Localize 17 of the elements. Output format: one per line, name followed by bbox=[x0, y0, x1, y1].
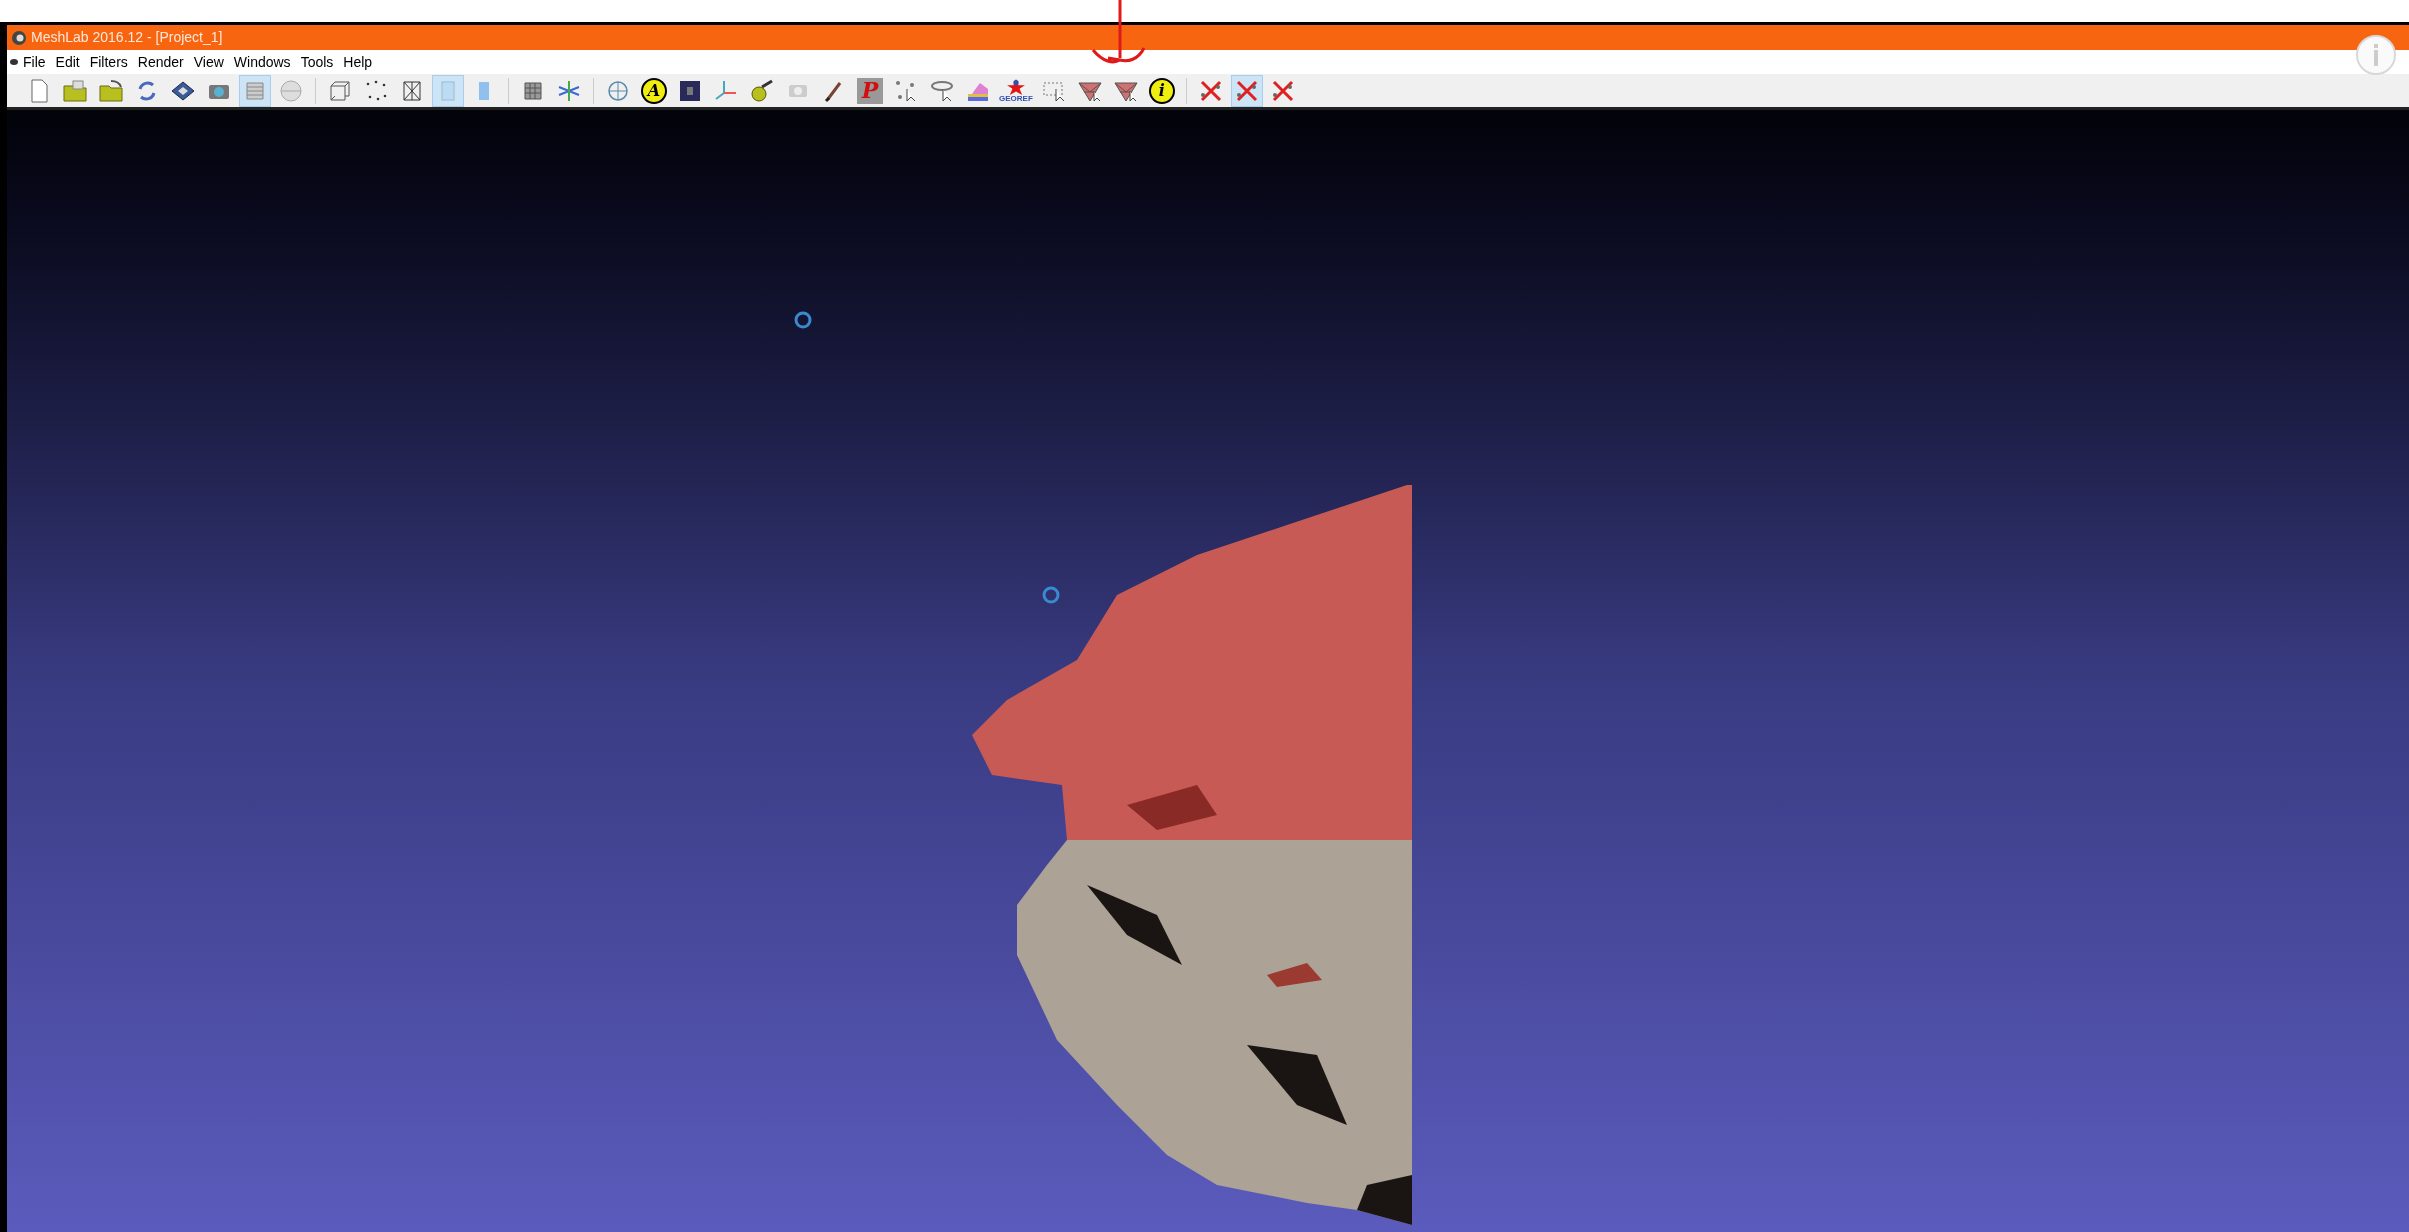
menu-item[interactable]: Tools bbox=[300, 51, 334, 73]
layers-button[interactable] bbox=[239, 74, 271, 107]
menu-item[interactable]: Help bbox=[343, 51, 373, 73]
marker-circle-icon bbox=[793, 310, 813, 330]
app-logo-icon bbox=[11, 29, 27, 46]
menu-item[interactable]: File bbox=[23, 51, 46, 73]
window-title: MeshLab 2016.12 - [Project_1] bbox=[31, 28, 223, 47]
marker-circle-icon bbox=[1041, 585, 1061, 605]
cross-button[interactable] bbox=[1230, 74, 1263, 107]
menu-item[interactable]: Filters bbox=[89, 51, 128, 73]
menu-item[interactable]: View bbox=[193, 51, 224, 73]
info-icon[interactable] bbox=[2355, 34, 2397, 76]
menu-item[interactable]: Edit bbox=[55, 51, 80, 73]
star-icon bbox=[1005, 78, 1026, 95]
toolbar-button[interactable]: GEOREF bbox=[998, 74, 1034, 107]
menu-item[interactable]: Windows bbox=[233, 51, 291, 73]
menu-item[interactable]: Render bbox=[137, 51, 184, 73]
